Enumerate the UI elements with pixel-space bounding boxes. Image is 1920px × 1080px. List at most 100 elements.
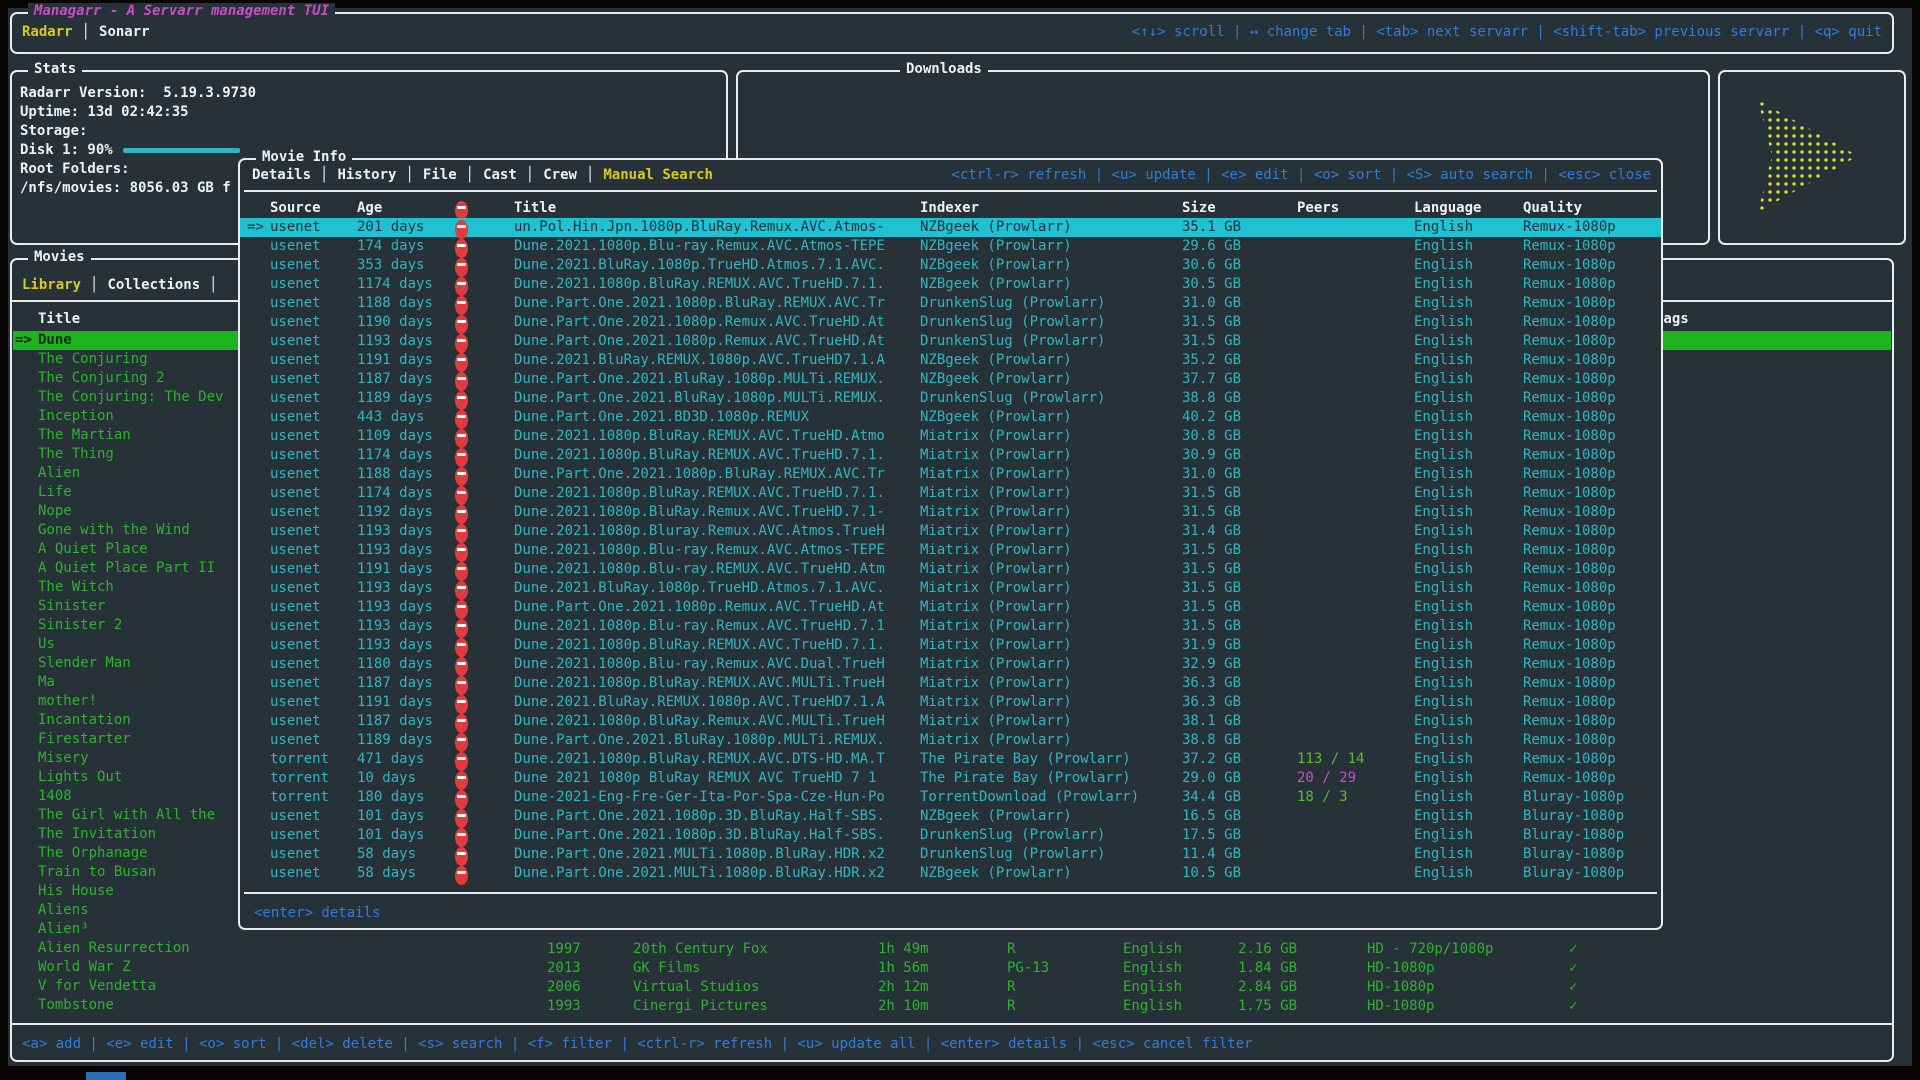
release-row[interactable]: usenet101 daysDune.Part.One.2021.1080p.3… [240, 807, 1661, 826]
release-row[interactable]: usenet1193 daysDune.2021.BluRay.1080p.Tr… [240, 579, 1661, 598]
release-source: torrent [270, 788, 356, 807]
release-row[interactable]: usenet1193 daysDune.2021.1080p.Blu-ray.R… [240, 541, 1661, 560]
release-source: usenet [270, 617, 356, 636]
release-rejected [455, 522, 487, 541]
release-title: Dune.2021.1080p.Blu-ray.Remux.AVC.Atmos-… [514, 541, 918, 560]
release-row[interactable]: usenet1180 daysDune.2021.1080p.Blu-ray.R… [240, 655, 1661, 674]
tab-cast[interactable]: Cast [483, 164, 517, 186]
release-row[interactable]: usenet1187 daysDune.2021.1080p.BluRay.RE… [240, 674, 1661, 693]
release-size: 35.2 GB [1182, 351, 1294, 370]
release-age: 1109 days [357, 427, 454, 446]
release-quality: Remux-1080p [1523, 769, 1659, 788]
release-row[interactable]: usenet1109 daysDune.2021.1080p.BluRay.RE… [240, 427, 1661, 446]
release-row[interactable]: torrent10 daysDune 2021 1080p BluRay REM… [240, 769, 1661, 788]
release-row[interactable]: usenet443 daysDune.Part.One.2021.BD3D.10… [240, 408, 1661, 427]
release-row[interactable]: usenet1191 daysDune.2021.BluRay.REMUX.10… [240, 693, 1661, 712]
release-age: 1174 days [357, 275, 454, 294]
release-source: usenet [270, 218, 356, 237]
release-indexer: DrunkenSlug (Prowlarr) [920, 826, 1180, 845]
release-peers [1297, 731, 1413, 750]
manual-search-scrollbar[interactable] [1661, 198, 1663, 470]
release-row[interactable]: usenet1174 daysDune.2021.1080p.BluRay.RE… [240, 446, 1661, 465]
release-quality: Remux-1080p [1523, 579, 1659, 598]
release-peers [1297, 522, 1413, 541]
release-rejected [455, 294, 487, 313]
release-row[interactable]: usenet1188 daysDune.Part.One.2021.1080p.… [240, 465, 1661, 484]
movie-certification: PG-13 [1007, 959, 1049, 978]
release-row[interactable]: usenet1187 daysDune.2021.1080p.BluRay.Re… [240, 712, 1661, 731]
release-indexer: Miatrix (Prowlarr) [920, 674, 1180, 693]
release-source: usenet [270, 522, 356, 541]
release-row[interactable]: usenet58 daysDune.Part.One.2021.MULTi.10… [240, 864, 1661, 883]
release-age: 1188 days [357, 465, 454, 484]
release-quality: Remux-1080p [1523, 503, 1659, 522]
tab-history[interactable]: History [337, 164, 396, 186]
release-row[interactable]: usenet1174 daysDune.2021.1080p.BluRay.RE… [240, 484, 1661, 503]
tab-manual-search[interactable]: Manual Search [603, 164, 713, 186]
tab-separator: │ [73, 21, 99, 43]
release-source: usenet [270, 560, 356, 579]
tab-sonarr[interactable]: Sonarr [99, 21, 150, 43]
release-indexer: NZBgeek (Prowlarr) [920, 370, 1180, 389]
release-row[interactable]: usenet1187 daysDune.Part.One.2021.BluRay… [240, 370, 1661, 389]
release-quality: Bluray-1080p [1523, 864, 1659, 883]
release-source: usenet [270, 579, 356, 598]
release-peers [1297, 541, 1413, 560]
global-keybindings: <↑↓> scroll | ↔ change tab | <tab> next … [1132, 21, 1882, 43]
release-row[interactable]: usenet353 daysDune.2021.BluRay.1080p.Tru… [240, 256, 1661, 275]
movies-table-row[interactable]: 1993Cinergi Pictures2h 10mREnglish1.75 G… [12, 997, 1892, 1016]
release-row[interactable]: usenet58 daysDune.Part.One.2021.MULTi.10… [240, 845, 1661, 864]
release-source: usenet [270, 826, 356, 845]
tab-radarr[interactable]: Radarr [22, 21, 73, 43]
release-source: usenet [270, 408, 356, 427]
release-row[interactable]: usenet1191 daysDune.2021.BluRay.REMUX.10… [240, 351, 1661, 370]
release-quality: Remux-1080p [1523, 256, 1659, 275]
movies-table-row[interactable]: 2013GK Films1h 56mPG-13English1.84 GBHD-… [12, 959, 1892, 978]
stats-line-text: Storage: [20, 122, 87, 141]
release-title: Dune.Part.One.2021.1080p.BluRay.REMUX.AV… [514, 294, 918, 313]
release-row[interactable]: torrent471 daysDune.2021.1080p.BluRay.RE… [240, 750, 1661, 769]
release-size: 29.6 GB [1182, 237, 1294, 256]
release-source: usenet [270, 313, 356, 332]
release-row[interactable]: usenet1189 daysDune.Part.One.2021.BluRay… [240, 389, 1661, 408]
release-row[interactable]: usenet174 daysDune.2021.1080p.Blu-ray.Re… [240, 237, 1661, 256]
release-title: Dune.2021.1080p.Blu-ray.REMUX.AVC.TrueHD… [514, 560, 918, 579]
release-row[interactable]: usenet1193 daysDune.Part.One.2021.1080p.… [240, 598, 1661, 617]
tab-file[interactable]: File [423, 164, 457, 186]
release-age: 1188 days [357, 294, 454, 313]
release-row[interactable]: usenet1191 daysDune.2021.1080p.Blu-ray.R… [240, 560, 1661, 579]
release-row[interactable]: torrent180 daysDune-2021-Eng-Fre-Ger-Ita… [240, 788, 1661, 807]
movies-scrollbar[interactable] [1892, 315, 1894, 465]
movie-size: 2.84 GB [1238, 978, 1297, 997]
release-row[interactable]: usenet1174 daysDune.2021.1080p.BluRay.RE… [240, 275, 1661, 294]
release-title: Dune.Part.One.2021.1080p.Remux.AVC.TrueH… [514, 598, 918, 617]
release-row[interactable]: usenet101 daysDune.Part.One.2021.1080p.3… [240, 826, 1661, 845]
release-peers [1297, 826, 1413, 845]
movies-table-row[interactable]: 2006Virtual Studios2h 12mREnglish2.84 GB… [12, 978, 1892, 997]
release-source: usenet [270, 446, 356, 465]
release-size: 31.5 GB [1182, 598, 1294, 617]
release-row[interactable]: usenet1189 daysDune.Part.One.2021.BluRay… [240, 731, 1661, 750]
release-source: usenet [270, 655, 356, 674]
stats-line: Uptime: 13d 02:42:35 [20, 103, 722, 122]
movies-footer-divider [12, 1023, 1892, 1025]
movie-year: 1993 [547, 997, 581, 1016]
release-size: 30.9 GB [1182, 446, 1294, 465]
release-row[interactable]: usenet1193 daysDune.2021.1080p.Bluray.Re… [240, 522, 1661, 541]
release-language: English [1414, 674, 1520, 693]
release-age: 201 days [357, 218, 454, 237]
release-row[interactable]: usenet1188 daysDune.Part.One.2021.1080p.… [240, 294, 1661, 313]
tab-crew[interactable]: Crew [543, 164, 577, 186]
taskbar-sliver[interactable] [86, 1072, 126, 1080]
release-row[interactable]: usenet1193 daysDune.2021.1080p.BluRay.RE… [240, 636, 1661, 655]
release-row[interactable]: usenet1190 daysDune.Part.One.2021.1080p.… [240, 313, 1661, 332]
tab-separator: │ [396, 164, 422, 186]
movies-table-row[interactable]: 199720th Century Fox1h 49mREnglish2.16 G… [12, 940, 1892, 959]
release-row[interactable]: usenet1193 daysDune.Part.One.2021.1080p.… [240, 332, 1661, 351]
release-title: Dune.2021.1080p.BluRay.REMUX.AVC.TrueHD.… [514, 275, 918, 294]
tab-details[interactable]: Details [252, 164, 311, 186]
release-row[interactable]: usenet1192 daysDune.2021.1080p.BluRay.Re… [240, 503, 1661, 522]
release-title: Dune.2021.1080p.BluRay.REMUX.AVC.TrueHD.… [514, 484, 918, 503]
release-row[interactable]: =>usenet201 daysun.Pol.Hin.Jpn.1080p.Blu… [240, 218, 1661, 237]
release-row[interactable]: usenet1193 daysDune.2021.1080p.Blu-ray.R… [240, 617, 1661, 636]
